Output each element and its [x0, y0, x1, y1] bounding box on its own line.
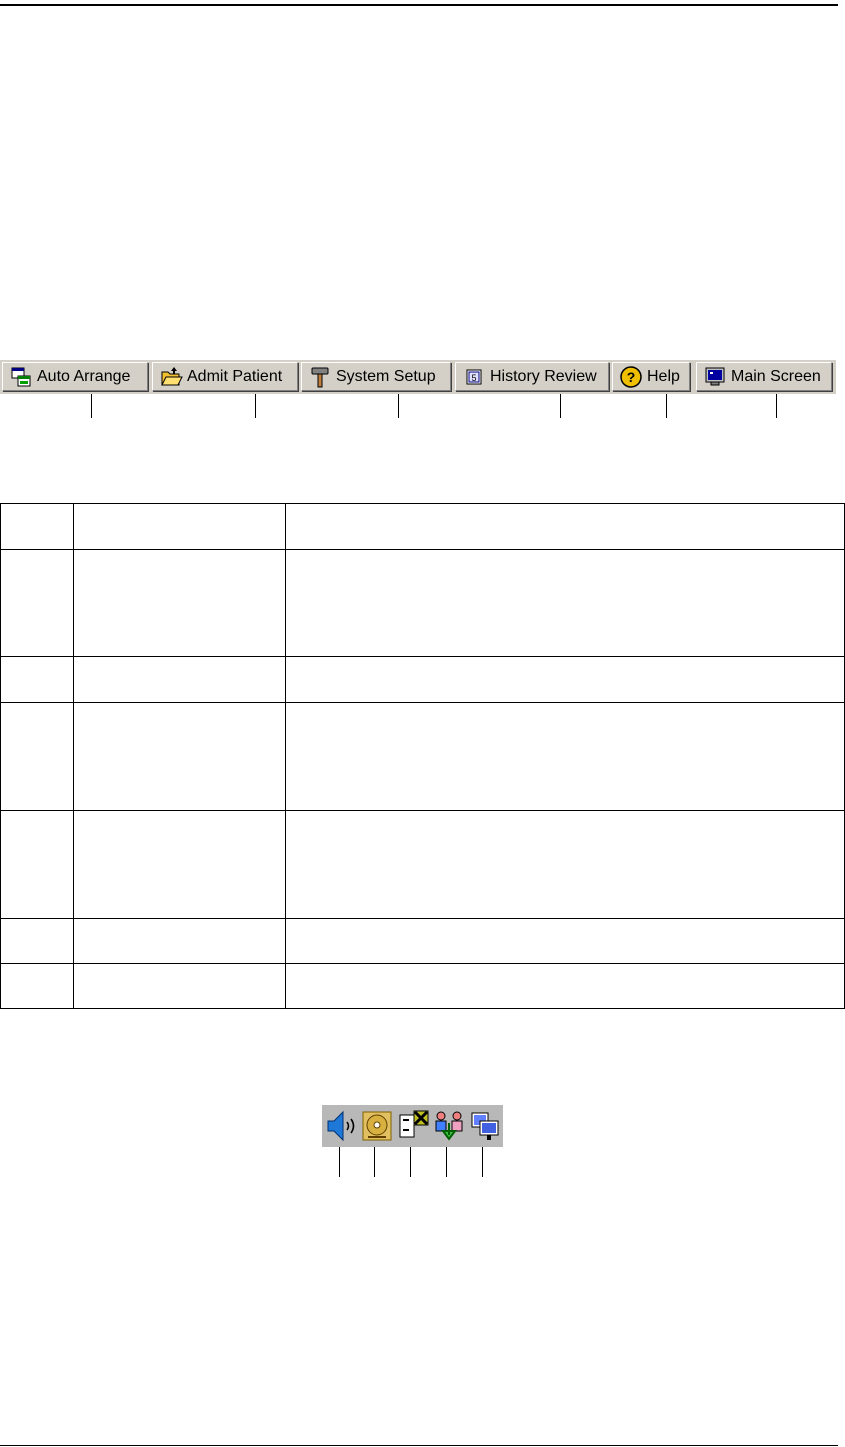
monitor-icon	[705, 367, 725, 385]
network-disconnected-icon[interactable]	[396, 1109, 430, 1143]
history-review-button[interactable]: 5 History Review	[455, 362, 609, 391]
table-cell	[284, 549, 845, 657]
table-cell	[0, 656, 74, 703]
callout-line	[339, 1147, 340, 1177]
svg-text:?: ?	[627, 369, 636, 385]
main-toolbar: Auto Arrange Admit Patient System Setup …	[0, 360, 836, 394]
table-row	[0, 656, 845, 703]
table-cell	[284, 918, 845, 964]
table-cell	[72, 503, 286, 550]
screens-icon[interactable]	[468, 1109, 502, 1143]
history-icon: 5	[466, 369, 482, 384]
callout-line	[560, 394, 561, 418]
system-setup-button[interactable]: System Setup	[301, 362, 451, 391]
main-screen-button[interactable]: Main Screen	[696, 362, 832, 391]
auto-arrange-label: Auto Arrange	[37, 367, 131, 385]
table-cell	[284, 503, 845, 550]
admit-patient-label: Admit Patient	[187, 367, 283, 385]
table-row	[0, 549, 845, 657]
system-setup-label: System Setup	[336, 367, 436, 385]
table-cell	[284, 656, 845, 703]
table-row	[0, 810, 845, 919]
table-cell	[72, 702, 286, 811]
header-rule	[0, 4, 838, 6]
table-cell	[0, 963, 74, 1009]
patient-transfer-icon[interactable]	[432, 1109, 466, 1143]
admit-patient-button[interactable]: Admit Patient	[152, 362, 298, 391]
table-cell	[72, 810, 286, 919]
status-icon-bar	[322, 1105, 503, 1147]
table-cell	[72, 918, 286, 964]
toolbar-description-table	[0, 503, 845, 1009]
hammer-icon	[311, 367, 329, 387]
table-cell	[284, 810, 845, 919]
folder-icon	[161, 366, 183, 385]
history-review-label: History Review	[490, 367, 597, 385]
auto-arrange-button[interactable]: Auto Arrange	[2, 362, 148, 391]
help-icon: ?	[620, 365, 642, 388]
table-row	[0, 702, 845, 811]
callout-line	[398, 394, 399, 418]
callout-line	[666, 394, 667, 418]
main-screen-label: Main Screen	[731, 367, 821, 385]
auto-arrange-icon	[11, 367, 31, 386]
callout-line	[446, 1147, 447, 1177]
table-cell	[0, 503, 74, 550]
callout-line	[255, 394, 256, 418]
callout-line	[410, 1147, 411, 1177]
table-cell	[284, 702, 845, 811]
table-cell	[0, 702, 74, 811]
callout-line	[776, 394, 777, 418]
table-row	[0, 503, 845, 550]
table-cell	[0, 810, 74, 919]
help-label: Help	[647, 367, 680, 385]
table-row	[0, 963, 845, 1009]
table-cell	[72, 549, 286, 657]
svg-text:5: 5	[471, 373, 476, 383]
table-cell	[72, 656, 286, 703]
table-cell	[72, 963, 286, 1009]
callout-line	[374, 1147, 375, 1177]
table-cell	[0, 549, 74, 657]
callout-line	[91, 394, 92, 418]
speaker-icon[interactable]	[324, 1109, 358, 1143]
callout-line	[482, 1147, 483, 1177]
disk-icon[interactable]	[360, 1109, 394, 1143]
footer-rule	[0, 1445, 838, 1446]
table-row	[0, 918, 845, 964]
table-cell	[284, 963, 845, 1009]
table-cell	[0, 918, 74, 964]
help-button[interactable]: ? Help	[612, 362, 690, 391]
